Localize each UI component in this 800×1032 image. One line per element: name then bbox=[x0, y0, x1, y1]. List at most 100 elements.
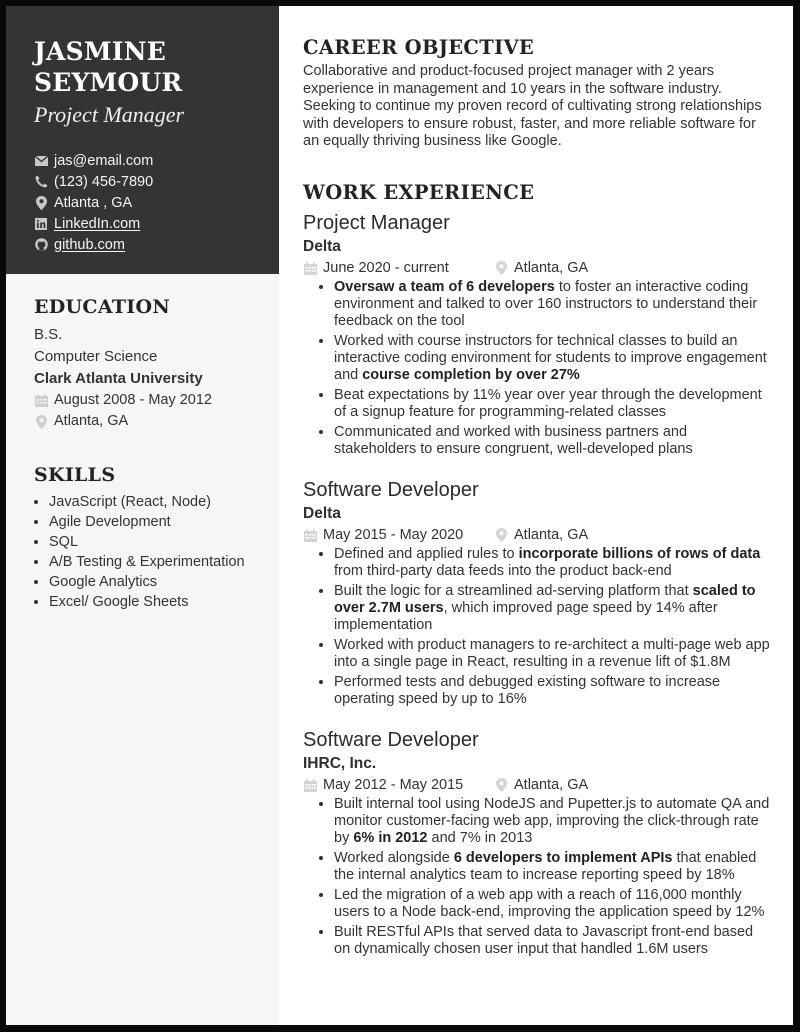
resume-page: JASMINE SEYMOUR Project Manager jas@emai… bbox=[6, 6, 793, 1025]
job-meta: May 2012 - May 2015 Atlanta, GA bbox=[303, 775, 773, 796]
location-pin-icon bbox=[494, 528, 508, 543]
location-pin-icon bbox=[34, 195, 48, 210]
contact-list: jas@email.com (123) 456-7890 Atlanta , G… bbox=[34, 150, 279, 255]
education-location-text: Atlanta, GA bbox=[54, 413, 129, 429]
bullet-text: Beat expectations by 11% year over year … bbox=[334, 386, 762, 420]
field-of-study: Computer Science bbox=[34, 348, 158, 365]
calendar-icon bbox=[303, 528, 317, 542]
skills-section: SKILLS JavaScript (React, Node) Agile De… bbox=[6, 464, 279, 612]
bullet-text: Communicated and worked with business pa… bbox=[334, 423, 693, 457]
skill-item: Agile Development bbox=[49, 512, 279, 532]
job-title: Software Developer bbox=[303, 728, 479, 751]
work-experience-title: WORK EXPERIENCE bbox=[303, 180, 535, 204]
job-dates: May 2012 - May 2015 bbox=[303, 775, 494, 796]
job-bullet: Led the migration of a web app with a re… bbox=[334, 887, 773, 921]
contact-location: Atlanta , GA bbox=[34, 192, 279, 213]
location-pin-icon bbox=[494, 778, 508, 793]
bullet-text: Defined and applied rules to bbox=[334, 545, 519, 562]
job-location-text: Atlanta, GA bbox=[514, 776, 589, 793]
last-name: SEYMOUR bbox=[34, 68, 183, 97]
bullet-text: Built RESTful APIs that served data to J… bbox=[334, 923, 754, 957]
objective-title: CAREER OBJECTIVE bbox=[303, 36, 535, 59]
bullet-highlight: incorporate billions of rows of data bbox=[518, 545, 761, 562]
contact-linkedin[interactable]: LinkedIn.com bbox=[34, 213, 279, 234]
email-text: jas@email.com bbox=[54, 152, 154, 169]
objective-text: Collaborative and product-focused projec… bbox=[303, 63, 762, 150]
job-bullets: Oversaw a team of 6 developers to foster… bbox=[303, 279, 773, 458]
bullet-text: Worked with product managers to re-archi… bbox=[334, 636, 770, 670]
bullet-highlight: Oversaw a team of 6 developers bbox=[334, 278, 555, 295]
skill-item: SQL bbox=[49, 532, 279, 552]
job-dates-text: May 2015 - May 2020 bbox=[323, 526, 464, 543]
job-dates: May 2015 - May 2020 bbox=[303, 525, 494, 546]
bullet-text: from third-party data feeds into the pro… bbox=[334, 562, 672, 579]
job-entry: Software Developer IHRC, Inc. May 2012 -… bbox=[303, 727, 773, 958]
school-name: Clark Atlanta University bbox=[34, 370, 203, 387]
education-dates-text: August 2008 - May 2012 bbox=[54, 392, 212, 408]
bullet-highlight: course completion by over 27% bbox=[362, 366, 580, 383]
job-title: Project Manager bbox=[303, 211, 450, 234]
github-icon bbox=[34, 238, 48, 252]
candidate-role: Project Manager bbox=[34, 102, 185, 127]
company-name: IHRC, Inc. bbox=[303, 754, 377, 772]
location-pin-icon bbox=[494, 261, 508, 276]
phone-icon bbox=[34, 175, 48, 189]
education-section: EDUCATION B.S. Computer Science Clark At… bbox=[6, 296, 279, 432]
job-bullet: Performed tests and debugged existing so… bbox=[334, 674, 773, 708]
skill-item: A/B Testing & Experimentation bbox=[49, 552, 279, 572]
linkedin-link[interactable]: LinkedIn.com bbox=[54, 216, 140, 232]
job-location-text: Atlanta, GA bbox=[514, 526, 589, 543]
job-bullet: Worked with product managers to re-archi… bbox=[334, 637, 773, 671]
job-dates-text: June 2020 - current bbox=[323, 259, 449, 276]
job-meta: May 2015 - May 2020 Atlanta, GA bbox=[303, 525, 773, 546]
location-pin-icon bbox=[34, 414, 48, 429]
github-link[interactable]: github.com bbox=[54, 237, 125, 253]
bullet-highlight: 6 developers to implement APIs bbox=[453, 849, 673, 866]
linkedin-icon bbox=[34, 217, 48, 231]
education-dates: August 2008 - May 2012 bbox=[34, 390, 279, 411]
job-bullets: Built internal tool using NodeJS and Pup… bbox=[303, 796, 773, 958]
job-dates-text: May 2012 - May 2015 bbox=[323, 776, 464, 793]
job-title: Software Developer bbox=[303, 478, 479, 501]
contact-email: jas@email.com bbox=[34, 150, 279, 171]
contact-phone: (123) 456-7890 bbox=[34, 171, 279, 192]
bullet-text: Performed tests and debugged existing so… bbox=[334, 673, 721, 707]
job-bullet: Oversaw a team of 6 developers to foster… bbox=[334, 279, 773, 330]
sidebar: JASMINE SEYMOUR Project Manager jas@emai… bbox=[6, 6, 279, 1025]
job-bullet: Built RESTful APIs that served data to J… bbox=[334, 924, 773, 958]
bullet-text: Led the migration of a web app with a re… bbox=[334, 886, 765, 920]
job-entry: Project Manager Delta June 2020 - curren… bbox=[303, 210, 773, 458]
job-dates: June 2020 - current bbox=[303, 258, 494, 279]
work-experience-section: WORK EXPERIENCE Project Manager Delta Ju… bbox=[303, 181, 773, 958]
profile-header: JASMINE SEYMOUR Project Manager jas@emai… bbox=[6, 6, 279, 274]
envelope-icon bbox=[34, 154, 48, 168]
job-bullet: Defined and applied rules to incorporate… bbox=[334, 546, 773, 580]
calendar-icon bbox=[303, 778, 317, 792]
job-bullet: Built internal tool using NodeJS and Pup… bbox=[334, 796, 773, 847]
skill-item: JavaScript (React, Node) bbox=[49, 492, 279, 512]
job-bullet: Worked with course instructors for techn… bbox=[334, 333, 773, 384]
phone-text: (123) 456-7890 bbox=[54, 173, 154, 190]
job-meta: June 2020 - current Atlanta, GA bbox=[303, 258, 773, 279]
skills-title: SKILLS bbox=[34, 464, 116, 486]
first-name: JASMINE bbox=[34, 37, 166, 66]
company-name: Delta bbox=[303, 504, 341, 522]
skill-item: Excel/ Google Sheets bbox=[49, 592, 279, 612]
job-bullets: Defined and applied rules to incorporate… bbox=[303, 546, 773, 708]
job-bullet: Beat expectations by 11% year over year … bbox=[334, 387, 773, 421]
skill-item: Google Analytics bbox=[49, 572, 279, 592]
bullet-text: Built the logic for a streamlined ad-ser… bbox=[334, 582, 693, 599]
job-bullet: Worked alongside 6 developers to impleme… bbox=[334, 850, 773, 884]
job-location-text: Atlanta, GA bbox=[514, 259, 589, 276]
bullet-text: Worked alongside bbox=[334, 849, 454, 866]
candidate-name: JASMINE SEYMOUR bbox=[34, 36, 279, 98]
contact-github[interactable]: github.com bbox=[34, 234, 279, 255]
bullet-highlight: 6% in 2012 bbox=[353, 829, 428, 846]
education-location: Atlanta, GA bbox=[34, 411, 279, 432]
job-bullet: Built the logic for a streamlined ad-ser… bbox=[334, 583, 773, 634]
job-bullet: Communicated and worked with business pa… bbox=[334, 424, 773, 458]
calendar-icon bbox=[34, 394, 48, 408]
degree: B.S. bbox=[34, 326, 63, 343]
objective-section: CAREER OBJECTIVE Collaborative and produ… bbox=[303, 36, 773, 151]
education-title: EDUCATION bbox=[34, 296, 170, 318]
